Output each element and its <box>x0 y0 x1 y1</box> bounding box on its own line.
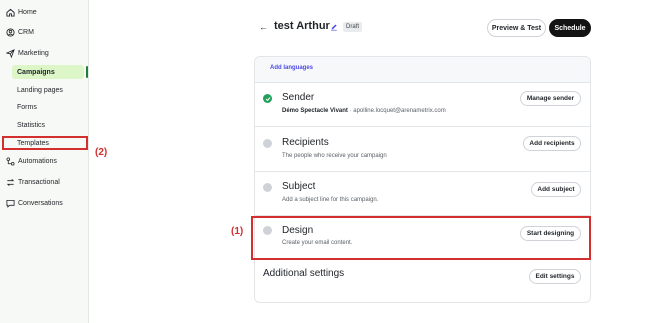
sidebar-item-label: Conversations <box>18 199 63 207</box>
sidebar-item-forms[interactable]: Forms <box>12 100 84 114</box>
sidebar-item-statistics[interactable]: Statistics <box>12 118 84 132</box>
sidebar-item-crm[interactable]: CRM <box>5 25 34 39</box>
sender-name: Démo Spectacle Vivant <box>282 108 348 114</box>
sidebar-item-label: Campaigns <box>17 68 55 76</box>
annotation-box-templates <box>2 136 88 150</box>
crm-icon <box>5 27 15 37</box>
divider <box>254 171 591 172</box>
add-recipients-button[interactable]: Add recipients <box>523 136 581 151</box>
sender-detail: Démo Spectacle Vivant · apolline.locquet… <box>282 108 446 114</box>
chat-icon <box>5 198 15 208</box>
annotation-label-1: (1) <box>231 226 244 237</box>
sidebar-item-label: Home <box>18 8 37 16</box>
automation-icon <box>5 156 15 166</box>
section-title-recipients: Recipients <box>282 137 329 148</box>
sidebar-item-label: Landing pages <box>17 86 63 94</box>
sidebar-item-label: Automations <box>18 157 57 165</box>
home-icon <box>5 7 15 17</box>
sidebar-item-label: Transactional <box>18 178 60 186</box>
manage-sender-button[interactable]: Manage sender <box>520 91 581 106</box>
add-languages-link[interactable]: Add languages <box>270 65 313 71</box>
transactional-icon <box>5 177 15 187</box>
edit-settings-button[interactable]: Edit settings <box>529 269 581 284</box>
annotation-label-2: (2) <box>95 147 108 158</box>
sidebar-item-landing-pages[interactable]: Landing pages <box>12 83 84 97</box>
sidebar-item-transactional[interactable]: Transactional <box>5 175 60 189</box>
divider <box>254 126 591 127</box>
pending-circle-icon <box>263 183 272 192</box>
sidebar-item-label: Forms <box>17 103 37 111</box>
campaign-title: test Arthur <box>274 20 330 32</box>
section-title-additional-settings: Additional settings <box>263 268 345 279</box>
sender-email: · apolline.locquet@arenametrix.com <box>347 108 446 114</box>
pending-circle-icon <box>263 139 272 148</box>
section-title-sender: Sender <box>282 92 315 103</box>
active-indicator <box>86 66 88 78</box>
send-icon <box>5 48 15 58</box>
edit-pencil-icon[interactable] <box>330 23 338 31</box>
status-badge: Draft <box>343 22 363 32</box>
sidebar-item-automations[interactable]: Automations <box>5 154 57 168</box>
sidebar-item-label: Statistics <box>17 121 46 129</box>
section-desc-recipients: The people who receive your campaign <box>282 153 387 159</box>
schedule-button[interactable]: Schedule <box>549 19 591 37</box>
sidebar-item-home[interactable]: Home <box>5 5 37 19</box>
sidebar-item-marketing[interactable]: Marketing <box>5 46 49 60</box>
sidebar: Home CRM Marketing Campaigns Landing pag… <box>0 0 89 323</box>
annotation-box-design <box>251 216 591 260</box>
sidebar-item-campaigns[interactable]: Campaigns <box>12 65 84 79</box>
sidebar-item-label: Marketing <box>18 49 49 57</box>
back-arrow-icon[interactable]: ← <box>259 22 268 32</box>
section-desc-subject: Add a subject line for this campaign. <box>282 197 379 203</box>
section-title-subject: Subject <box>282 181 316 192</box>
preview-test-button[interactable]: Preview & Test <box>487 19 546 37</box>
check-circle-icon <box>263 94 272 103</box>
sidebar-item-conversations[interactable]: Conversations <box>5 196 63 210</box>
add-subject-button[interactable]: Add subject <box>531 182 581 197</box>
sidebar-item-label: CRM <box>18 28 34 36</box>
